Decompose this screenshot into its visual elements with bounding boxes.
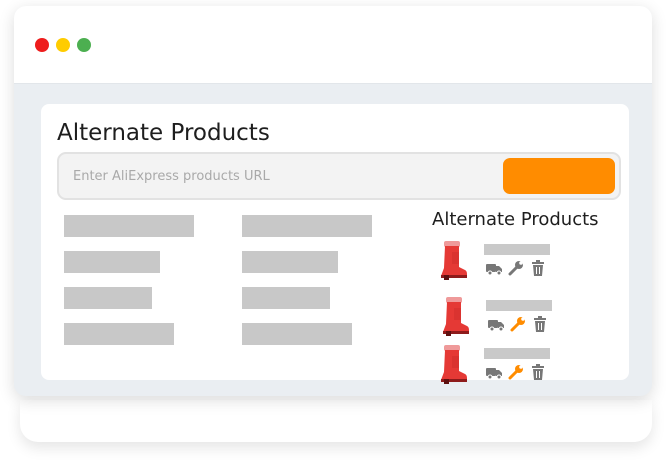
boot-icon [443, 297, 469, 336]
alternate-product-item[interactable] [434, 240, 564, 286]
search-input[interactable] [73, 165, 473, 187]
placeholder-block [64, 215, 194, 237]
boot-icon [441, 241, 467, 280]
trash-icon[interactable] [529, 363, 547, 381]
placeholder-block [64, 323, 174, 345]
product-name-placeholder [484, 348, 550, 359]
placeholder-block [242, 215, 372, 237]
truck-icon[interactable] [485, 259, 503, 277]
window-titlebar [14, 6, 652, 84]
placeholder-block [64, 287, 152, 309]
truck-icon[interactable] [487, 315, 505, 333]
placeholder-block [242, 251, 338, 273]
truck-icon[interactable] [485, 363, 503, 381]
item-actions [485, 259, 547, 277]
placeholder-block [242, 323, 352, 345]
browser-window: Alternate Products Alternate Products [14, 6, 652, 396]
wrench-icon[interactable] [509, 315, 527, 333]
placeholder-block [242, 287, 330, 309]
wrench-icon[interactable] [507, 259, 525, 277]
placeholder-block [64, 251, 160, 273]
product-name-placeholder [484, 244, 550, 255]
window-minimize-button[interactable] [56, 38, 70, 52]
trash-icon[interactable] [531, 315, 549, 333]
wrench-icon[interactable] [507, 363, 525, 381]
item-actions [487, 315, 549, 333]
alternate-product-item[interactable] [434, 344, 564, 390]
item-actions [485, 363, 547, 381]
page-title: Alternate Products [57, 120, 270, 146]
background-card [20, 400, 652, 442]
main-panel: Alternate Products Alternate Products [41, 104, 629, 384]
alternate-products-heading: Alternate Products [432, 209, 599, 230]
window-maximize-button[interactable] [77, 38, 91, 52]
window-close-button[interactable] [35, 38, 49, 52]
trash-icon[interactable] [529, 259, 547, 277]
search-button[interactable] [503, 158, 615, 194]
search-bar [57, 152, 621, 200]
alternate-product-item[interactable] [436, 296, 566, 342]
product-name-placeholder [486, 300, 552, 311]
boot-icon [441, 345, 467, 384]
